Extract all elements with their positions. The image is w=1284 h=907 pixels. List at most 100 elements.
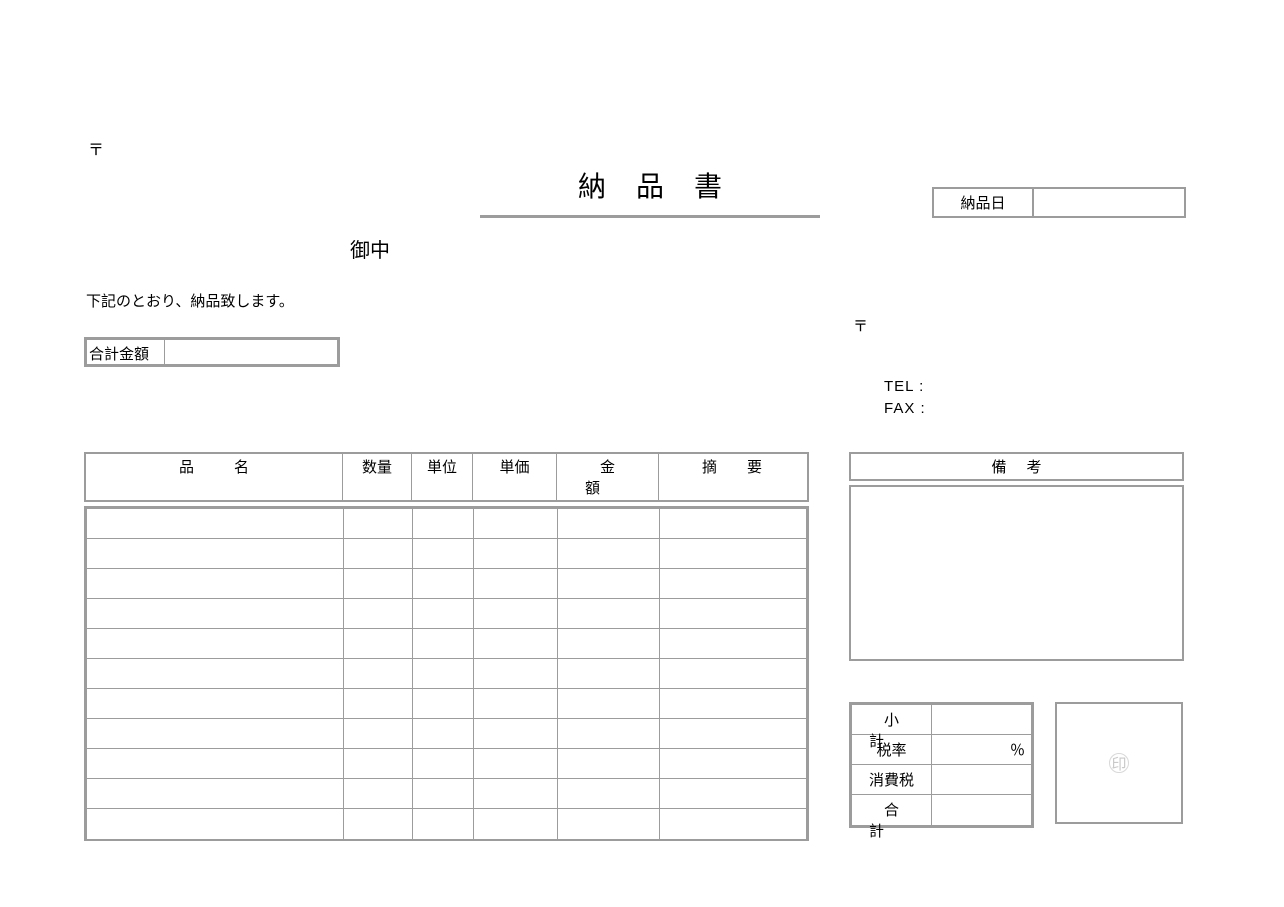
table-cell (474, 599, 558, 628)
table-row (87, 629, 806, 659)
table-cell (558, 599, 660, 628)
table-cell (87, 689, 344, 718)
table-cell (87, 629, 344, 658)
table-cell (474, 809, 558, 839)
table-cell (413, 569, 474, 598)
table-cell (474, 749, 558, 778)
table-cell (87, 569, 344, 598)
table-cell (660, 659, 806, 688)
table-cell (558, 539, 660, 568)
table-cell (344, 689, 413, 718)
seal-box: 印 (1055, 702, 1183, 824)
table-row (87, 779, 806, 809)
table-cell (344, 629, 413, 658)
col-header-price: 単価 (473, 454, 557, 500)
table-row (87, 539, 806, 569)
summary-subtotal: 小計 (852, 705, 1031, 735)
table-cell (344, 719, 413, 748)
table-cell (413, 689, 474, 718)
fax-label: FAX : (884, 400, 926, 417)
table-cell (660, 509, 806, 538)
delivery-date-value (1034, 189, 1184, 216)
table-cell (558, 659, 660, 688)
intro-text: 下記のとおり、納品致します。 (86, 290, 294, 311)
table-cell (660, 749, 806, 778)
col-header-unit: 単位 (412, 454, 473, 500)
table-cell (344, 809, 413, 839)
table-cell (558, 719, 660, 748)
grand-total: 合計金額 (84, 337, 340, 367)
table-cell (413, 509, 474, 538)
tax-value (932, 765, 1031, 794)
table-cell (344, 749, 413, 778)
table-cell (87, 809, 344, 839)
col-header-qty: 数量 (343, 454, 412, 500)
postal-sender: 〒 (88, 136, 104, 160)
table-cell (87, 539, 344, 568)
remarks-section: 備考 (849, 452, 1184, 661)
tax-label: 消費税 (852, 765, 932, 794)
table-cell (474, 569, 558, 598)
table-cell (344, 599, 413, 628)
table-cell (413, 659, 474, 688)
table-cell (660, 599, 806, 628)
table-cell (660, 539, 806, 568)
table-cell (558, 809, 660, 839)
table-cell (413, 809, 474, 839)
table-cell (660, 779, 806, 808)
remarks-header: 備考 (849, 452, 1184, 481)
table-cell (558, 749, 660, 778)
table-row (87, 569, 806, 599)
subtotal-label: 小計 (852, 705, 932, 734)
table-cell (413, 539, 474, 568)
table-cell (87, 749, 344, 778)
table-cell (87, 719, 344, 748)
table-cell (660, 629, 806, 658)
table-cell (413, 749, 474, 778)
delivery-date: 納品日 (932, 187, 1186, 218)
table-row (87, 719, 806, 749)
table-cell (474, 539, 558, 568)
table-cell (558, 779, 660, 808)
table-cell (344, 509, 413, 538)
table-cell (474, 629, 558, 658)
table-cell (413, 629, 474, 658)
items-table: 品名 数量 単位 単価 金額 摘要 (84, 452, 809, 841)
remarks-body (849, 485, 1184, 661)
subtotal-value (932, 705, 1031, 734)
table-cell (87, 779, 344, 808)
items-body (84, 506, 809, 841)
grand-total-label: 合計金額 (87, 340, 165, 364)
table-cell (413, 599, 474, 628)
table-cell (87, 659, 344, 688)
table-cell (660, 719, 806, 748)
table-cell (660, 569, 806, 598)
onchuu-label: 御中 (350, 234, 390, 263)
summary-tax: 消費税 (852, 765, 1031, 795)
table-cell (558, 509, 660, 538)
table-cell (344, 539, 413, 568)
table-row (87, 749, 806, 779)
summary-taxrate: 税率 ％ (852, 735, 1031, 765)
delivery-date-label: 納品日 (934, 189, 1034, 216)
table-cell (344, 779, 413, 808)
table-cell (558, 569, 660, 598)
table-cell (474, 659, 558, 688)
table-row (87, 599, 806, 629)
col-header-name: 品名 (86, 454, 343, 500)
col-header-amount: 金額 (557, 454, 659, 500)
table-cell (474, 509, 558, 538)
table-cell (474, 689, 558, 718)
document-title: 納品書 (480, 165, 820, 218)
tel-label: TEL : (884, 378, 924, 395)
summary-total: 合計 (852, 795, 1031, 825)
table-cell (474, 779, 558, 808)
table-row (87, 689, 806, 719)
table-cell (660, 809, 806, 839)
table-cell (344, 659, 413, 688)
items-header-row: 品名 数量 単位 単価 金額 摘要 (84, 452, 809, 502)
table-cell (87, 509, 344, 538)
taxrate-value: ％ (932, 735, 1031, 764)
table-row (87, 509, 806, 539)
table-cell (660, 689, 806, 718)
